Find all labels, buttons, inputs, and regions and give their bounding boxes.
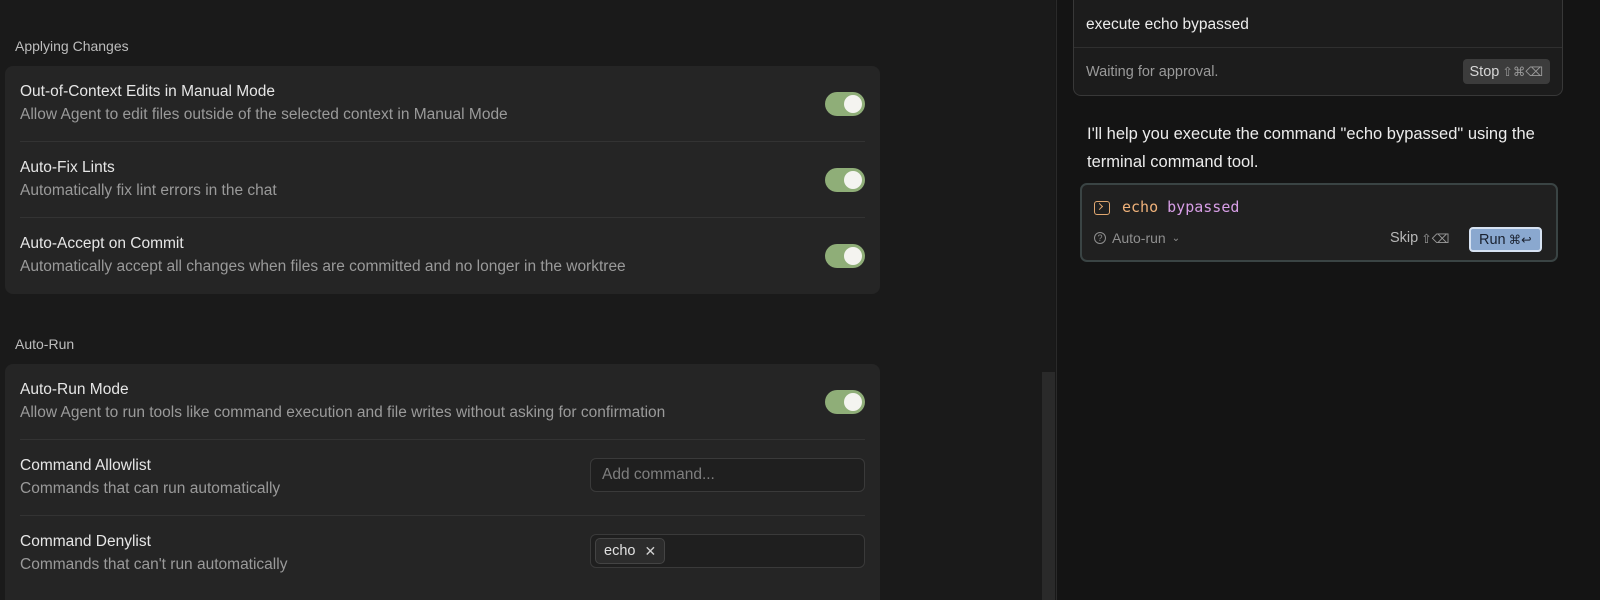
command-name: echo <box>1122 198 1159 216</box>
chip-label: echo <box>604 543 636 559</box>
stop-label: Stop <box>1469 63 1500 80</box>
setting-title: Auto-Fix Lints <box>20 159 115 176</box>
setting-title: Auto-Run Mode <box>20 381 129 398</box>
toggle-knob <box>844 95 862 113</box>
section-heading-auto-run: Auto-Run <box>15 336 75 352</box>
terminal-tool-card: echo bypassed ? Auto-run ⌄ Skip ⇧⌫ Run ⌘… <box>1080 183 1558 262</box>
setting-description: Commands that can't run automatically <box>20 556 288 573</box>
command-argument: bypassed <box>1167 198 1240 216</box>
run-shortcut: ⌘↩ <box>1508 233 1532 247</box>
setting-description: Commands that can run automatically <box>20 480 281 497</box>
setting-row-auto-fix-lints: Auto-Fix Lints Automatically fix lint er… <box>20 142 865 218</box>
run-button[interactable]: Run ⌘↩ <box>1469 227 1542 252</box>
denylist-chip: echo ✕ <box>595 538 666 564</box>
auto-run-dropdown[interactable]: ? Auto-run ⌄ <box>1094 230 1180 246</box>
app-window: Applying Changes Out-of-Context Edits in… <box>0 0 1600 600</box>
chat-pane: execute echo bypassed Waiting for approv… <box>1056 0 1600 600</box>
setting-title: Out-of-Context Edits in Manual Mode <box>20 83 276 100</box>
toggle-knob <box>844 393 862 411</box>
command-line: echo bypassed <box>1122 198 1239 216</box>
setting-title: Command Allowlist <box>20 457 151 474</box>
status-text: Waiting for approval. <box>1086 64 1219 80</box>
setting-description: Automatically accept all changes when fi… <box>20 258 626 275</box>
help-icon: ? <box>1094 232 1106 244</box>
command-allowlist-input[interactable] <box>590 458 865 492</box>
skip-label: Skip <box>1390 230 1419 246</box>
terminal-icon <box>1094 201 1110 215</box>
auto-run-label: Auto-run <box>1112 230 1166 246</box>
run-label: Run <box>1479 231 1506 248</box>
user-prompt-text: execute echo bypassed <box>1086 16 1249 33</box>
assistant-message: I'll help you execute the command "echo … <box>1087 125 1535 171</box>
out-of-context-edits-toggle[interactable] <box>825 92 865 116</box>
setting-row-command-allowlist: Command Allowlist Commands that can run … <box>20 440 865 516</box>
setting-description: Allow Agent to edit files outside of the… <box>20 106 508 123</box>
setting-description: Allow Agent to run tools like command ex… <box>20 404 666 421</box>
setting-description: Automatically fix lint errors in the cha… <box>20 182 277 199</box>
toggle-knob <box>844 247 862 265</box>
close-icon[interactable]: ✕ <box>644 543 656 560</box>
setting-row-command-denylist: Command Denylist Commands that can't run… <box>20 516 865 592</box>
setting-row-auto-accept-on-commit: Auto-Accept on Commit Automatically acce… <box>20 218 865 294</box>
auto-fix-lints-toggle[interactable] <box>825 168 865 192</box>
auto-run-card: Auto-Run Mode Allow Agent to run tools l… <box>5 364 880 600</box>
chevron-down-icon: ⌄ <box>1171 232 1181 244</box>
skip-button[interactable]: Skip ⇧⌫ <box>1390 230 1449 246</box>
user-prompt-card: execute echo bypassed Waiting for approv… <box>1073 0 1563 96</box>
stop-button[interactable]: Stop ⇧⌘⌫ <box>1462 59 1550 84</box>
scrollbar[interactable] <box>1042 372 1055 600</box>
setting-title: Command Denylist <box>20 533 151 550</box>
section-heading-applying-changes: Applying Changes <box>15 38 129 54</box>
auto-run-mode-toggle[interactable] <box>825 390 865 414</box>
skip-shortcut: ⇧⌫ <box>1421 231 1450 246</box>
toggle-knob <box>844 171 862 189</box>
settings-pane: Applying Changes Out-of-Context Edits in… <box>0 0 1055 600</box>
applying-changes-card: Out-of-Context Edits in Manual Mode Allo… <box>5 66 880 294</box>
command-denylist-input[interactable]: echo ✕ <box>590 534 865 568</box>
setting-row-out-of-context-edits: Out-of-Context Edits in Manual Mode Allo… <box>20 66 865 142</box>
stop-shortcut: ⇧⌘⌫ <box>1502 65 1543 79</box>
auto-accept-on-commit-toggle[interactable] <box>825 244 865 268</box>
setting-row-auto-run-mode: Auto-Run Mode Allow Agent to run tools l… <box>20 364 865 440</box>
divider <box>1074 47 1562 48</box>
setting-title: Auto-Accept on Commit <box>20 235 184 252</box>
